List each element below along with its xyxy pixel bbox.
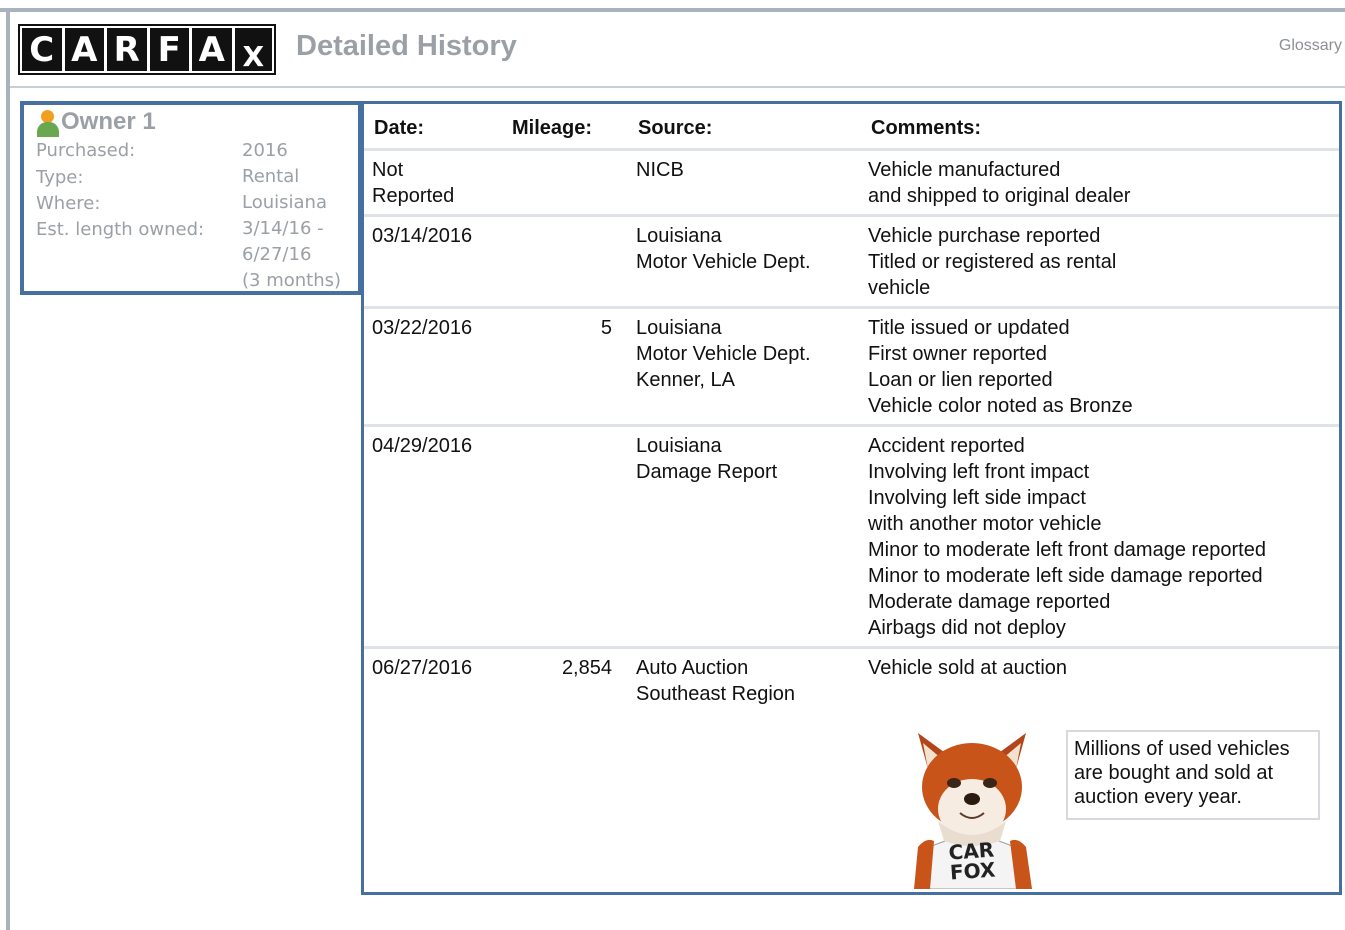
row-comments: Vehicle sold at auction	[868, 657, 1068, 679]
row-comments: Accident reported Involving left front i…	[868, 435, 1266, 639]
row-mileage: 5	[600, 317, 612, 339]
row-divider	[364, 646, 1339, 649]
row-source: Louisiana Motor Vehicle Dept.	[636, 225, 811, 273]
carfax-logo: C A R F A X	[18, 24, 276, 75]
where-value: Louisiana	[242, 192, 327, 213]
purchased-label: Purchased:	[36, 140, 136, 161]
report-header: C A R F A X Detailed History Glossary	[10, 12, 1345, 88]
person-icon	[36, 107, 60, 137]
mascot-shirt-text: CAR FOX	[947, 837, 997, 885]
type-value: Rental	[242, 166, 300, 187]
page-title: Detailed History	[296, 30, 517, 62]
length-owned-value: 3/14/16 - 6/27/16 (3 months)	[242, 218, 342, 291]
row-date: 04/29/2016	[372, 435, 473, 457]
row-source: Louisiana Motor Vehicle Dept. Kenner, LA	[636, 317, 811, 391]
logo-letter: F	[149, 28, 189, 71]
length-owned-label: Est. length owned:	[36, 219, 205, 240]
logo-letter: A	[192, 28, 232, 71]
row-comments: Vehicle purchase reported Titled or regi…	[868, 225, 1117, 299]
column-header-source: Source:	[638, 117, 713, 139]
column-header-date: Date:	[374, 117, 425, 139]
row-source: Louisiana Damage Report	[636, 435, 778, 483]
column-header-mileage: Mileage:	[512, 117, 593, 139]
row-divider	[364, 148, 1339, 151]
logo-letter: C	[22, 28, 62, 71]
row-comments: Vehicle manufactured and shipped to orig…	[868, 159, 1131, 207]
row-source: Auto Auction Southeast Region	[636, 657, 796, 705]
glossary-link[interactable]: Glossary	[1279, 37, 1342, 55]
row-divider	[364, 424, 1339, 427]
column-header-comments: Comments:	[871, 117, 982, 139]
row-date: 03/14/2016	[372, 225, 473, 247]
owner-title: Owner 1	[61, 108, 156, 135]
history-table: Date: Mileage: Source: Comments: Not Rep…	[361, 101, 1342, 895]
row-date: 03/22/2016	[372, 317, 473, 339]
auction-tip-text: Millions of used vehicles are bought and…	[1074, 738, 1290, 808]
where-label: Where:	[36, 193, 101, 214]
row-mileage: 2,854	[561, 657, 612, 679]
type-label: Type:	[36, 167, 84, 188]
owner-heading: Owner 1	[36, 107, 156, 137]
logo-letter: X	[234, 28, 273, 71]
left-border	[6, 8, 10, 930]
logo-letter: R	[107, 28, 147, 71]
row-source: NICB	[636, 159, 684, 181]
row-divider	[364, 214, 1339, 217]
row-date: 06/27/2016	[372, 657, 473, 679]
row-divider	[364, 306, 1339, 309]
owner-summary-panel: Owner 1 Purchased: 2016 Type: Rental Whe…	[20, 101, 362, 295]
row-comments: Title issued or updated First owner repo…	[868, 317, 1133, 417]
purchased-value: 2016	[242, 140, 288, 161]
logo-letter: A	[64, 28, 104, 71]
row-date: Not Reported	[372, 159, 455, 207]
header-divider	[10, 86, 1345, 88]
auction-tip-box: Millions of used vehicles are bought and…	[1066, 730, 1320, 820]
